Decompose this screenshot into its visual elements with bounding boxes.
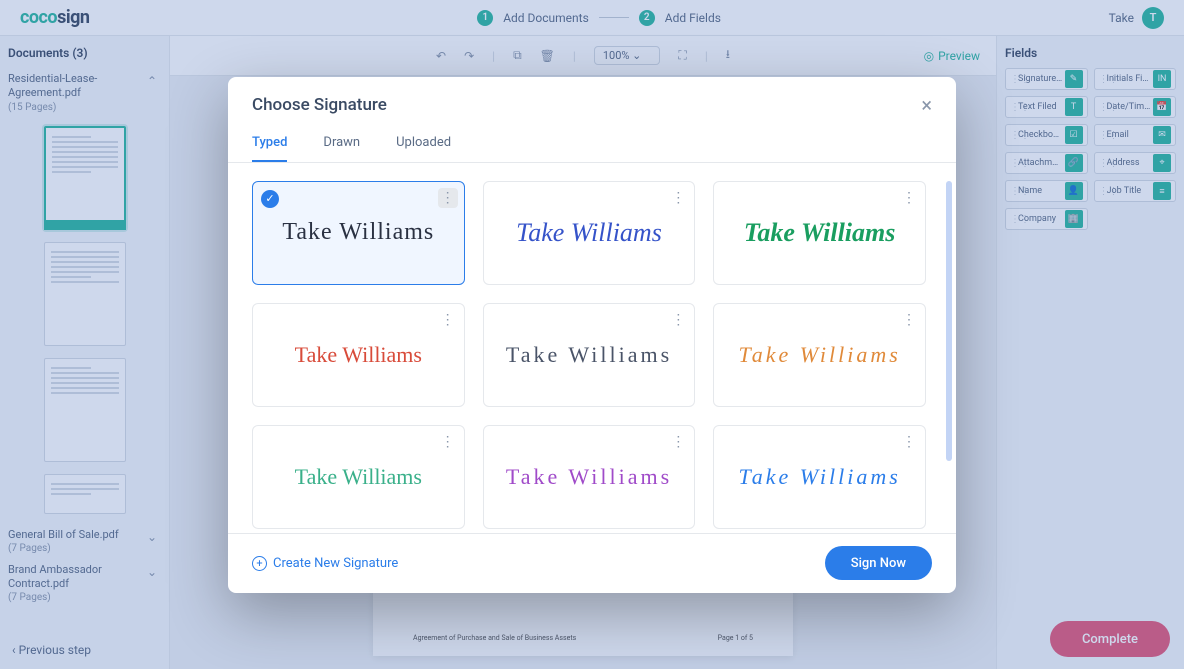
choose-signature-modal: Choose Signature × Typed Drawn Uploaded … [228, 77, 956, 593]
signature-option[interactable]: ⋮ Take Williams [713, 425, 926, 529]
sign-now-button[interactable]: Sign Now [825, 546, 932, 580]
signature-option[interactable]: ⋮ Take Williams [252, 425, 465, 529]
signature-option[interactable]: ⋮ Take Williams [713, 303, 926, 407]
signature-option[interactable]: ⋮ Take Williams [483, 303, 696, 407]
kebab-menu-icon[interactable]: ⋮ [668, 310, 688, 330]
tab-uploaded[interactable]: Uploaded [396, 129, 451, 162]
signature-option[interactable]: ✓ ⋮ Take Williams [252, 181, 465, 285]
tab-typed[interactable]: Typed [252, 129, 287, 162]
signature-preview: Take Williams [506, 342, 672, 368]
check-icon: ✓ [261, 190, 279, 208]
signature-option[interactable]: ⋮ Take Williams [483, 425, 696, 529]
signature-preview: Take Williams [516, 218, 662, 248]
kebab-menu-icon[interactable]: ⋮ [899, 188, 919, 208]
kebab-menu-icon[interactable]: ⋮ [438, 188, 458, 208]
create-new-signature-link[interactable]: + Create New Signature [252, 556, 398, 571]
kebab-menu-icon[interactable]: ⋮ [438, 310, 458, 330]
modal-backdrop: Choose Signature × Typed Drawn Uploaded … [0, 0, 1184, 669]
signature-option[interactable]: ⋮ Take Williams [483, 181, 696, 285]
signature-option[interactable]: ⋮ Take Williams [252, 303, 465, 407]
kebab-menu-icon[interactable]: ⋮ [899, 310, 919, 330]
modal-tabs: Typed Drawn Uploaded [228, 129, 956, 163]
signature-option[interactable]: ⋮ Take Williams [713, 181, 926, 285]
signature-preview: Take Williams [739, 464, 901, 490]
signature-preview: Take Williams [295, 464, 422, 490]
scrollbar[interactable] [946, 181, 952, 461]
tab-drawn[interactable]: Drawn [323, 129, 360, 162]
signature-preview: Take Williams [295, 342, 422, 368]
close-icon[interactable]: × [921, 95, 932, 115]
signature-preview: Take Williams [282, 219, 434, 246]
signature-preview: Take Williams [744, 218, 895, 248]
kebab-menu-icon[interactable]: ⋮ [899, 432, 919, 452]
modal-title: Choose Signature [252, 95, 387, 115]
signature-preview: Take Williams [506, 464, 672, 490]
kebab-menu-icon[interactable]: ⋮ [668, 188, 688, 208]
kebab-menu-icon[interactable]: ⋮ [438, 432, 458, 452]
plus-icon: + [252, 556, 267, 571]
signature-preview: Take Williams [739, 342, 901, 368]
kebab-menu-icon[interactable]: ⋮ [668, 432, 688, 452]
